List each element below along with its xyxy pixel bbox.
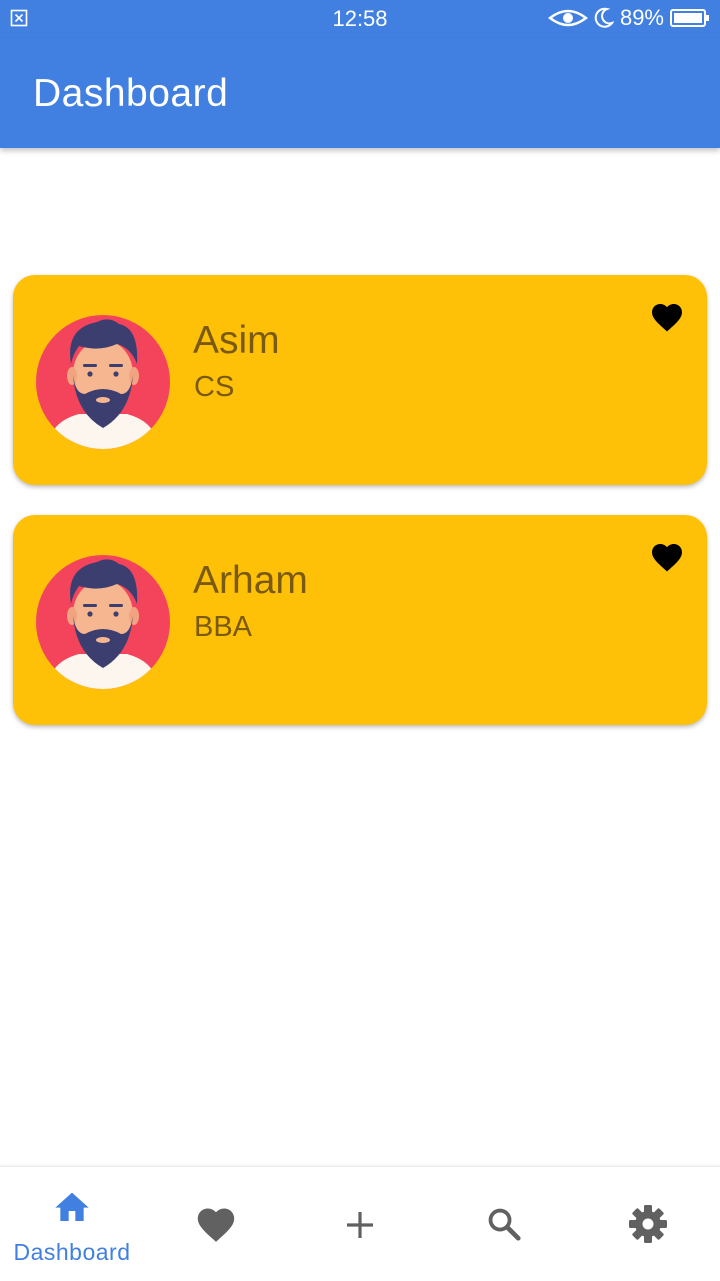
student-program: BBA — [194, 611, 253, 643]
plus-icon — [347, 1212, 373, 1238]
avatar — [36, 555, 170, 689]
page-title: Dashboard — [33, 72, 229, 115]
bottom-navigation: Dashboard — [0, 1166, 720, 1281]
moon-icon — [594, 7, 614, 28]
student-name: Arham — [193, 559, 308, 602]
nav-item-favorites[interactable] — [144, 1167, 288, 1281]
student-card[interactable]: Asim CS — [13, 275, 707, 485]
nav-item-search[interactable] — [432, 1167, 576, 1281]
student-card[interactable]: Arham BBA — [13, 515, 707, 725]
nav-item-dashboard[interactable]: Dashboard — [0, 1167, 144, 1281]
heart-icon[interactable] — [649, 539, 685, 573]
avatar — [36, 315, 170, 449]
battery-icon — [670, 9, 709, 27]
heart-icon — [197, 1208, 235, 1242]
home-icon — [55, 1192, 89, 1221]
status-icons: 89% — [547, 5, 710, 31]
search-icon — [488, 1208, 521, 1241]
student-program: CS — [194, 371, 235, 403]
heart-icon[interactable] — [649, 299, 685, 333]
nav-label-dashboard: Dashboard — [13, 1239, 131, 1265]
app-bar: Dashboard — [0, 38, 720, 148]
gear-icon — [629, 1205, 667, 1243]
nav-item-settings[interactable] — [576, 1167, 720, 1281]
eye-icon — [547, 9, 588, 27]
status-bar: 12:58 89% — [0, 0, 720, 38]
battery-percent: 89% — [619, 5, 664, 30]
student-name: Asim — [193, 319, 280, 362]
nav-item-add[interactable] — [288, 1167, 432, 1281]
